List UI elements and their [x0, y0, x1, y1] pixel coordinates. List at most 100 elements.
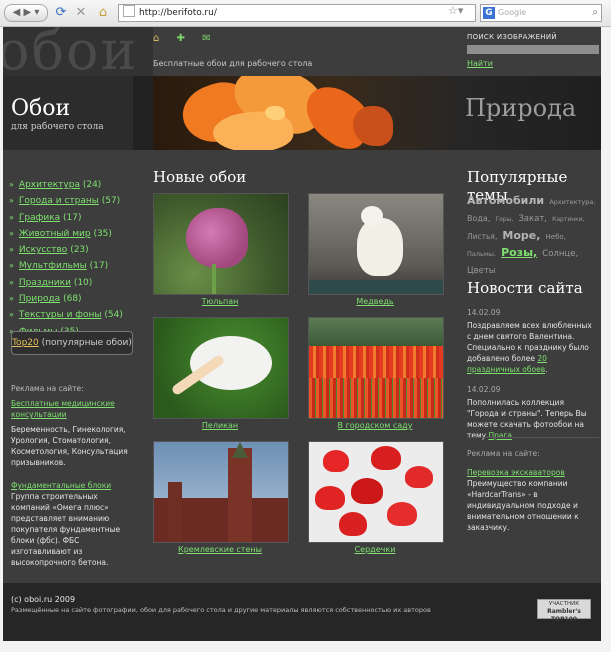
wallpaper-caption[interactable]: Пеликан [152, 421, 288, 430]
news-link[interactable]: Прага [488, 431, 512, 440]
logo[interactable]: Обои для рабочего стола [3, 76, 133, 150]
news-tail: . [545, 365, 548, 374]
header-banner-image: Природа [153, 76, 601, 150]
wallpaper-thumb-pelican[interactable] [153, 317, 289, 419]
url-text: http://berifoto.ru/ [139, 8, 217, 18]
double-chevron-icon: » [9, 228, 14, 238]
address-bar[interactable]: http://berifoto.ru/ [118, 4, 476, 22]
tag-link[interactable]: Закат, [518, 214, 547, 224]
ad-link-excavator[interactable]: Перевозка экскаваторов [467, 468, 565, 477]
browser-search-box[interactable]: G Google ⌕ [480, 4, 602, 22]
wallpaper-thumb-tulip[interactable] [153, 193, 289, 295]
double-chevron-icon: » [9, 180, 14, 189]
header-band: Обои для рабочего стола Природа [3, 76, 601, 150]
web-page: обои ⌂ ✚ ✉ Бесплатные обои для рабочего … [3, 27, 601, 641]
tag-link[interactable]: Горы, [495, 216, 513, 223]
double-chevron-icon: » [9, 196, 14, 206]
category-link[interactable]: Животный мир [19, 229, 91, 239]
wallpaper-thumb-bear[interactable] [308, 193, 444, 295]
category-item[interactable]: » Города и страны (57) [9, 193, 139, 209]
wallpaper-caption[interactable]: Кремлевские стены [152, 545, 288, 554]
ad-text-excavator: Преимущество компании «HardcarTrans» - в… [467, 479, 579, 532]
top20-link[interactable]: Top20 [12, 338, 39, 348]
double-chevron-icon: » [9, 212, 14, 222]
category-link[interactable]: Праздники [19, 278, 71, 288]
browser-search-placeholder: Google [498, 8, 527, 17]
category-item[interactable]: » Животный мир (35) [9, 226, 139, 242]
badge-top: УЧАСТНИК [548, 601, 580, 607]
tag-link[interactable]: Архитектура, [549, 198, 595, 206]
back-forward-buttons[interactable]: ◀ ▶ ▾ [4, 4, 48, 22]
category-item[interactable]: » Графика (17) [9, 210, 139, 226]
wallpaper-caption[interactable]: Тюльпан [152, 297, 288, 306]
category-count: (17) [63, 212, 82, 223]
category-item[interactable]: » Текстуры и фоны (54) [9, 307, 139, 323]
plus-icon[interactable]: ✚ [177, 33, 185, 44]
google-icon: G [483, 7, 495, 19]
home-icon[interactable]: ⌂ [94, 4, 112, 22]
category-link[interactable]: Природа [19, 294, 60, 304]
ads-heading: Реклама на сайте: [467, 449, 540, 458]
news-item: 14.02.09 Поздравляем всех влюбленных с д… [467, 307, 593, 375]
search-input[interactable] [467, 45, 599, 54]
tag-link[interactable]: Вода, [467, 214, 490, 223]
wallpaper-caption[interactable]: Сердечки [307, 545, 443, 554]
news-date: 14.02.09 [467, 308, 501, 317]
tag-link[interactable]: Пальмы, [467, 250, 496, 258]
home-icon[interactable]: ⌂ [153, 33, 159, 44]
ad-text-blocks: Группа строительных компаний «Омега плюс… [11, 492, 121, 567]
double-chevron-icon: » [9, 245, 14, 255]
tag-link[interactable]: Розы, [501, 246, 537, 259]
banner-title: Природа [465, 94, 577, 122]
category-link[interactable]: Архитектура [19, 180, 80, 190]
tag-link[interactable]: Цветы [467, 266, 496, 276]
mail-icon[interactable]: ✉ [202, 33, 210, 44]
category-item[interactable]: » Архитектура (24) [9, 177, 139, 193]
wallpaper-thumb-kremlin[interactable] [153, 441, 289, 543]
double-chevron-icon: » [9, 310, 14, 320]
category-link[interactable]: Мультфильмы [19, 261, 87, 271]
category-item[interactable]: » Искусство (23) [9, 242, 139, 258]
search-label: ПОИСК ИЗОБРАЖЕНИЙ [467, 33, 557, 41]
tag-link[interactable]: Листья, [467, 232, 497, 241]
category-item[interactable]: » Природа (68) [9, 291, 139, 307]
ad-link-blocks[interactable]: Фундаментальные блоки [11, 481, 111, 490]
browser-toolbar: ◀ ▶ ▾ ⟳ ✕ ⌂ http://berifoto.ru/ ☆▾ G Goog… [0, 0, 611, 27]
wallpaper-thumb-hearts[interactable] [308, 441, 444, 543]
tag-link[interactable]: Солнце, [542, 249, 578, 259]
copyright: (c) oboi.ru 2009 [11, 595, 76, 604]
category-link[interactable]: Текстуры и фоны [19, 310, 102, 320]
tag-link[interactable]: Море, [502, 229, 540, 242]
category-item[interactable]: » Праздники (10) [9, 275, 139, 291]
top-icon-bar: ⌂ ✚ ✉ [153, 33, 225, 44]
ad-text-medical: Беременность, Гинекология, Урология, Сто… [11, 425, 128, 467]
news-text: Поздравляем всех влюбленных с днем свято… [467, 321, 592, 363]
category-list: » Архитектура (24) » Города и страны (57) … [9, 177, 139, 340]
category-link[interactable]: Графика [19, 213, 60, 223]
tag-link[interactable]: Картинки, [552, 216, 585, 223]
rambler-top100-badge[interactable]: УЧАСТНИК Rambler's TOP100 [537, 599, 591, 623]
category-link[interactable]: Города и страны [19, 196, 99, 206]
badge-brand: Rambler's TOP100 [547, 608, 581, 623]
reload-icon[interactable]: ⟳ [52, 4, 70, 22]
footer-note: Размещённые на сайте фотографии, обои дл… [11, 606, 431, 614]
divider [467, 437, 599, 438]
ad-link-medical[interactable]: Бесплатные медицинские консультации [11, 399, 115, 419]
category-item[interactable]: » Мультфильмы (17) [9, 258, 139, 274]
logo-subtitle: для рабочего стола [11, 122, 104, 132]
stop-icon[interactable]: ✕ [72, 4, 90, 22]
tag-link[interactable]: Автомобили [467, 194, 544, 207]
wallpaper-caption[interactable]: В городском саду [307, 421, 443, 430]
double-chevron-icon: » [9, 261, 14, 271]
logo-title: Обои [11, 96, 71, 121]
new-wallpapers-title: Новые обои [153, 168, 247, 186]
top20-box[interactable]: Top20 (популярные обои) [11, 331, 133, 355]
wallpaper-thumb-garden[interactable] [308, 317, 444, 419]
tag-link[interactable]: Небо, [546, 233, 566, 241]
magnifier-icon[interactable]: ⌕ [592, 5, 598, 21]
bookmark-star-icon[interactable]: ☆▾ [448, 4, 463, 17]
category-link[interactable]: Искусство [19, 245, 67, 255]
wallpaper-caption[interactable]: Медведь [307, 297, 443, 306]
search-button[interactable]: Найти [467, 59, 493, 68]
category-count: (57) [101, 196, 121, 207]
